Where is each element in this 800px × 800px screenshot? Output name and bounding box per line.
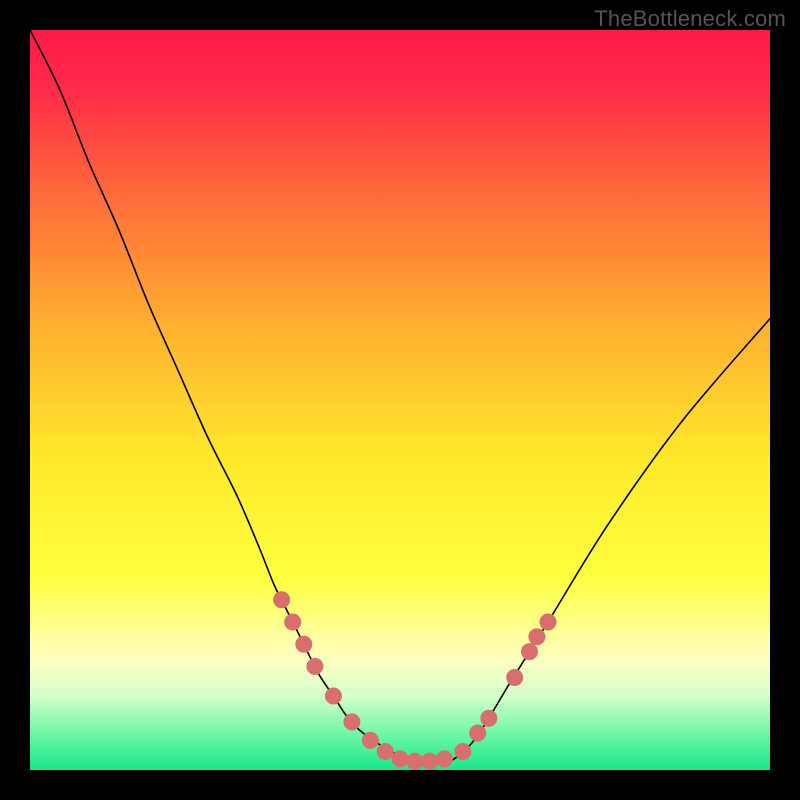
bead-marker (307, 658, 323, 674)
bead-marker (540, 614, 556, 630)
bead-marker (422, 753, 438, 769)
bead-marker (377, 744, 393, 760)
bead-marker (362, 732, 378, 748)
bead-marker (392, 751, 408, 767)
bead-marker (470, 725, 486, 741)
bead-marker (436, 751, 452, 767)
plot-area (30, 30, 770, 770)
bead-marker (407, 753, 423, 769)
bead-marker (296, 636, 312, 652)
watermark-text: TheBottleneck.com (594, 6, 786, 32)
bead-marker (455, 744, 471, 760)
chart-svg (30, 30, 770, 770)
bead-marker (507, 670, 523, 686)
bead-marker (325, 688, 341, 704)
bead-marker (481, 710, 497, 726)
gradient-background (30, 30, 770, 770)
bead-marker (285, 614, 301, 630)
bead-marker (344, 714, 360, 730)
chart-frame: TheBottleneck.com (0, 0, 800, 800)
bead-marker (274, 592, 290, 608)
bead-marker (522, 644, 538, 660)
bead-marker (529, 629, 545, 645)
